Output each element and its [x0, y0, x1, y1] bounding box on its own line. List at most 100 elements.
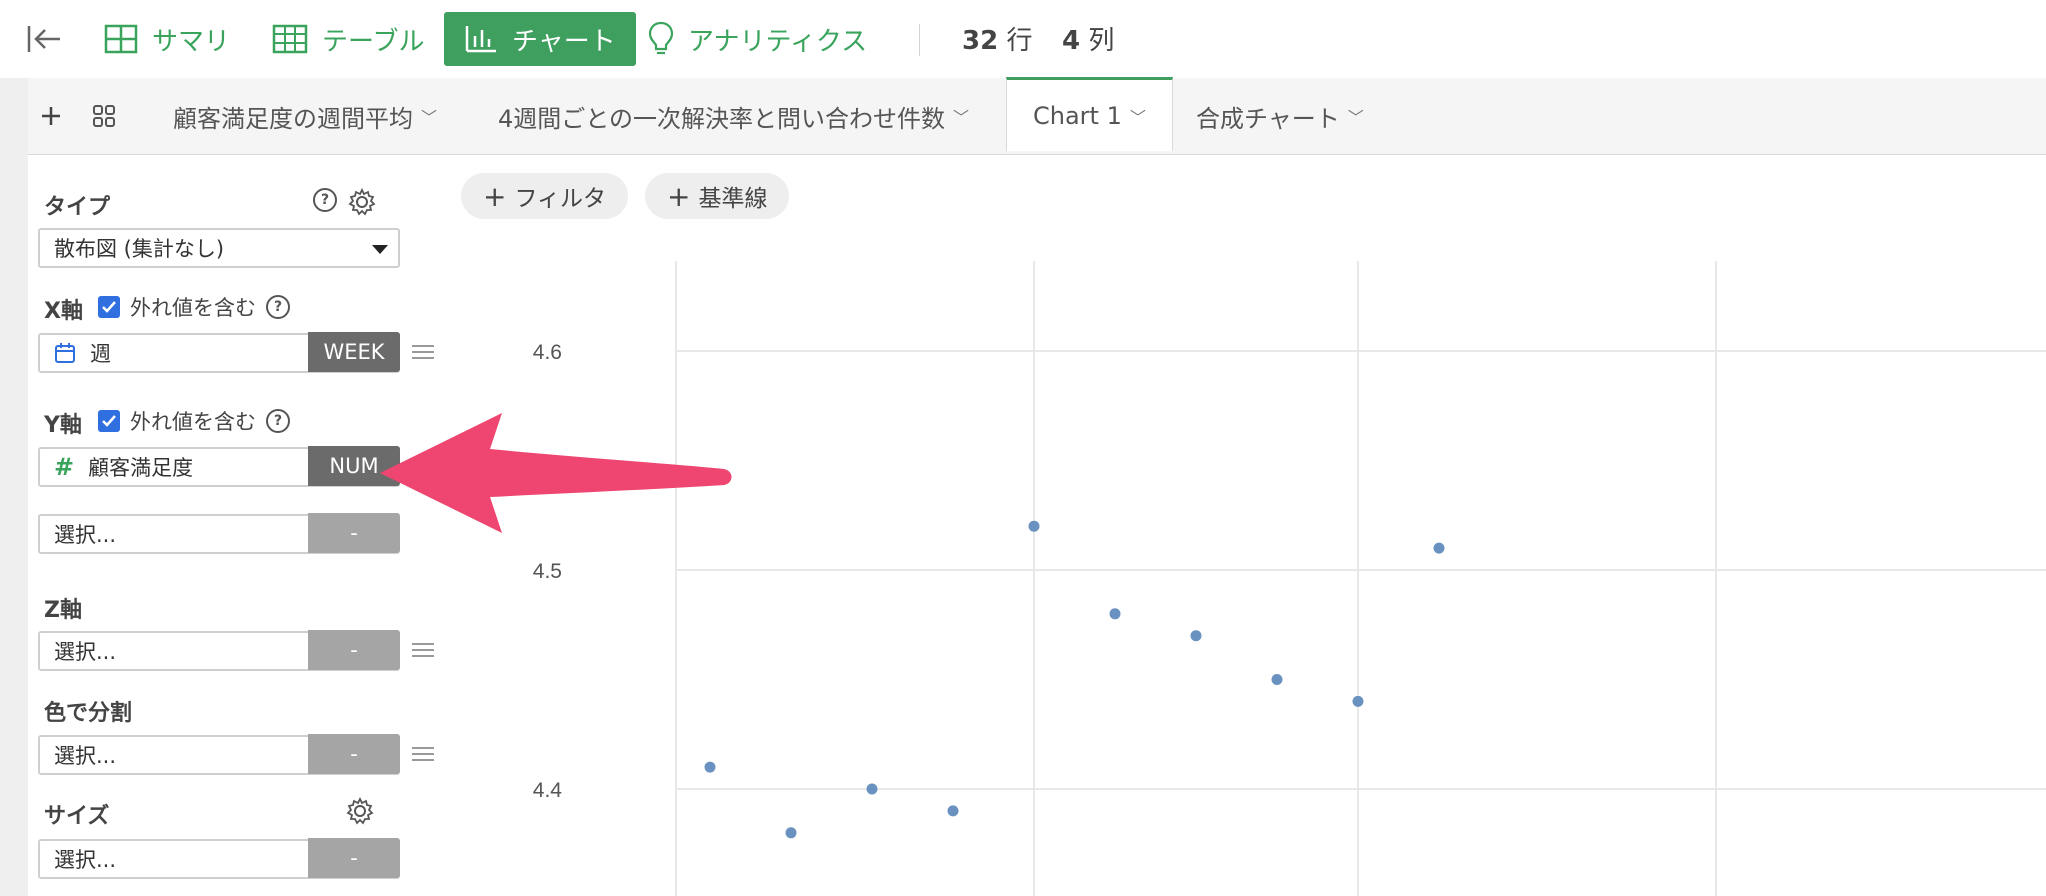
y-axis-label: Y軸: [44, 413, 82, 438]
x-axis-field-name: 週: [54, 338, 308, 368]
chart-button[interactable]: チャート: [444, 12, 636, 66]
scatter-point[interactable]: [1271, 674, 1283, 685]
analytics-label: アナリティクス: [688, 26, 868, 57]
filter-label: フィルタ: [514, 186, 607, 212]
plus-icon: [42, 107, 60, 125]
chart-type-select[interactable]: 散布図 (集計なし): [38, 228, 400, 268]
column-count-unit: 列: [1088, 26, 1115, 56]
hamburger-menu-icon[interactable]: [412, 743, 434, 765]
y-include-outliers[interactable]: 外れ値を含む ?: [98, 406, 290, 436]
color-split-placeholder: 選択...: [54, 744, 117, 768]
size-field[interactable]: 選択... -: [38, 838, 400, 879]
tab-weekly-satisfaction[interactable]: 顧客満足度の週間平均 ﹀: [173, 78, 437, 154]
x-axis-field[interactable]: 週 WEEK: [38, 332, 400, 373]
type-help-button[interactable]: ?: [303, 188, 337, 212]
scatter-point[interactable]: [1109, 608, 1121, 620]
z-axis-field[interactable]: 選択... -: [38, 630, 400, 671]
gear-icon[interactable]: [348, 188, 376, 216]
tab-chart-1[interactable]: Chart 1 ﹀: [1006, 77, 1173, 151]
plus-icon: +: [483, 179, 507, 213]
toolbar-divider: [919, 24, 920, 56]
caret-down-icon: [372, 245, 388, 254]
chevron-down-icon: ﹀: [1129, 107, 1146, 127]
y-tick-label: 4.6: [533, 341, 562, 364]
calendar-icon: [55, 343, 75, 363]
summary-button[interactable]: サマリ: [104, 12, 230, 66]
tab-label: 顧客満足度の週間平均: [173, 104, 413, 133]
chart-type-value: 散布図 (集計なし): [54, 237, 225, 261]
top-toolbar: サマリ テーブル チャート アナリティクス 32 行 4 列: [0, 0, 2046, 79]
empty-type-badge: -: [308, 630, 400, 670]
hamburger-menu-icon[interactable]: [412, 341, 434, 363]
scatter-point[interactable]: [1190, 630, 1202, 642]
chart-list-button[interactable]: [92, 78, 116, 154]
scatter-point[interactable]: [1352, 695, 1364, 707]
x-include-outliers[interactable]: 外れ値を含む ?: [98, 292, 290, 322]
plus-icon: +: [667, 179, 691, 213]
hamburger-menu-icon[interactable]: [412, 639, 434, 661]
summary-label: サマリ: [152, 26, 231, 57]
chart-tab-strip: 顧客満足度の週間平均 ﹀ 4週間ごとの一次解決率と問い合わせ件数 ﹀ Chart…: [28, 77, 2046, 155]
size-placeholder: 選択...: [54, 848, 117, 872]
chevron-down-icon: ﹀: [953, 108, 970, 127]
add-chart-button[interactable]: [40, 78, 62, 154]
y-include-outliers-label: 外れ値を含む: [130, 410, 256, 434]
tab-resolution-rate[interactable]: 4週間ごとの一次解決率と問い合わせ件数 ﹀: [498, 78, 969, 154]
row-count-value: 32: [962, 26, 999, 56]
y-axis-second-placeholder: 選択...: [54, 523, 117, 547]
x-axis-type-badge[interactable]: WEEK: [308, 332, 400, 372]
scatter-point[interactable]: [1028, 520, 1040, 532]
x-axis-field-label: 週: [90, 342, 111, 366]
gear-icon[interactable]: [346, 797, 374, 825]
bar-chart-icon: [465, 26, 496, 53]
type-label: タイプ: [44, 195, 111, 220]
y-axis-field[interactable]: # 顧客満足度 NUM: [38, 446, 400, 487]
table-icon: [272, 24, 308, 54]
collapse-left-icon: [27, 26, 60, 52]
scatter-point[interactable]: [704, 761, 716, 773]
checkbox-checked-icon[interactable]: [98, 410, 120, 432]
reference-line-label: 基準線: [698, 186, 768, 212]
column-count-value: 4: [1062, 26, 1081, 56]
z-axis-placeholder: 選択...: [54, 640, 117, 664]
checkbox-checked-icon[interactable]: [98, 296, 120, 318]
scatter-point[interactable]: [866, 783, 878, 795]
tab-label: 合成チャート: [1196, 104, 1340, 133]
hash-icon: #: [54, 453, 75, 481]
collapse-sidebar-button[interactable]: [26, 12, 76, 66]
help-icon[interactable]: ?: [266, 409, 290, 433]
row-count: 32 行: [962, 20, 1032, 57]
add-reference-line-button[interactable]: + 基準線: [645, 173, 790, 219]
y-tick-label: 4.5: [533, 560, 562, 583]
table-button[interactable]: テーブル: [272, 12, 424, 66]
scatter-point[interactable]: [947, 805, 959, 817]
color-split-field[interactable]: 選択... -: [38, 734, 400, 775]
column-count: 4 列: [1062, 20, 1114, 57]
add-filter-button[interactable]: + フィルタ: [461, 173, 629, 219]
row-count-unit: 行: [1006, 26, 1033, 56]
lightbulb-icon: [648, 21, 674, 55]
size-label: サイズ: [44, 804, 110, 829]
table-label: テーブル: [322, 26, 425, 57]
tab-combined-chart[interactable]: 合成チャート ﹀: [1196, 78, 1364, 154]
chevron-down-icon: ﹀: [421, 108, 438, 127]
y-axis-field-name: # 顧客満足度: [54, 452, 308, 482]
y-axis-second-field[interactable]: 選択... -: [38, 513, 400, 554]
x-include-outliers-label: 外れ値を含む: [130, 296, 256, 320]
chart-config-panel: タイプ ? 散布図 (集計なし) X軸 外れ値を含む ? 週 WEEK Y軸 外…: [28, 155, 434, 896]
tab-label: 4週間ごとの一次解決率と問い合わせ件数: [498, 104, 946, 133]
tab-label: Chart 1: [1033, 101, 1122, 130]
analytics-button[interactable]: アナリティクス: [648, 12, 867, 66]
z-axis-label: Z軸: [44, 598, 82, 623]
scatter-point[interactable]: [785, 827, 797, 839]
scatter-chart: 4.6 4.5 4.4: [533, 261, 2046, 896]
scatter-point[interactable]: [1433, 542, 1445, 554]
help-icon: ?: [313, 188, 337, 212]
y-tick-label: 4.4: [533, 779, 563, 802]
color-split-label: 色で分割: [44, 701, 133, 726]
chevron-down-icon: ﹀: [1347, 108, 1364, 127]
four-squares-icon: [93, 105, 115, 127]
annotation-arrow-icon: [380, 413, 732, 533]
left-gutter: [0, 78, 28, 896]
help-icon[interactable]: ?: [266, 295, 290, 319]
